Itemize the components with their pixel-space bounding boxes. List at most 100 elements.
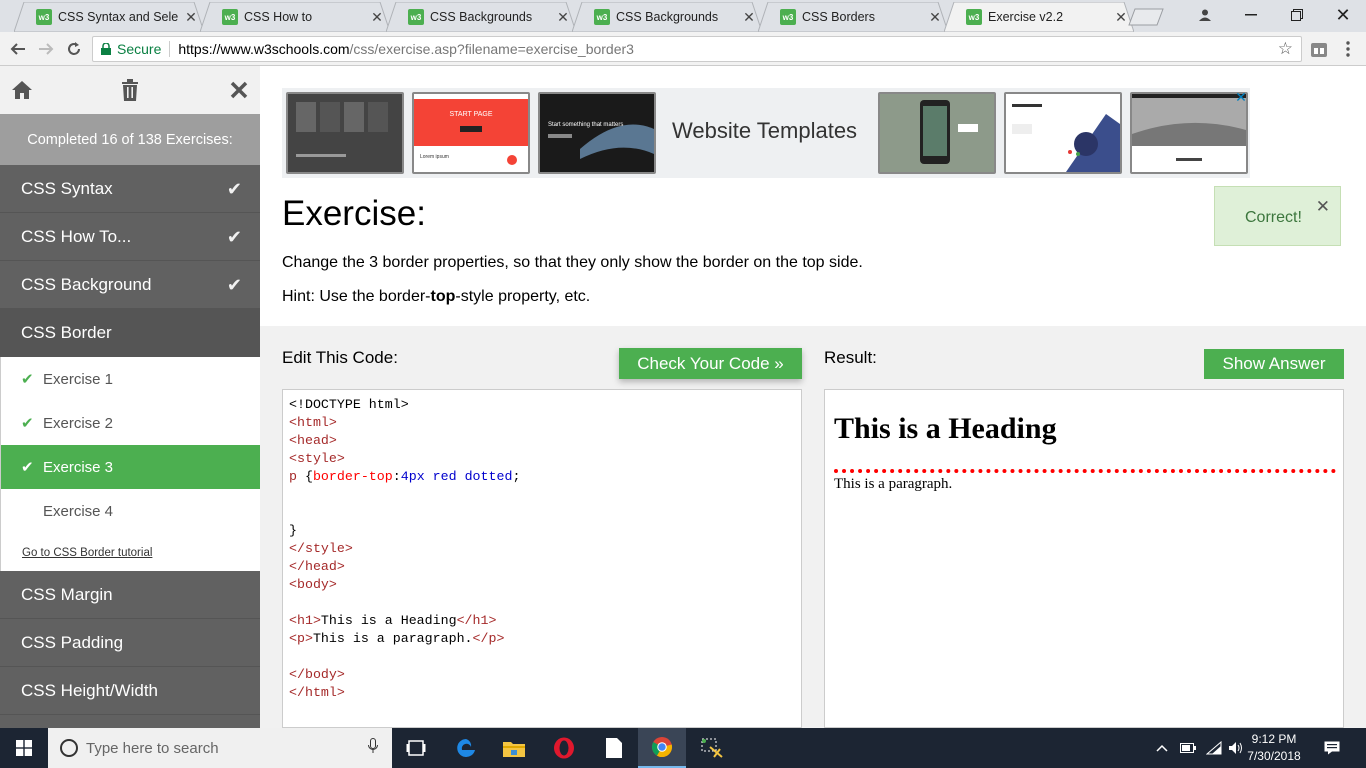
close-notification-icon[interactable]: ✕: [1316, 197, 1330, 217]
close-sidebar-icon[interactable]: [227, 78, 251, 102]
code-token: border-top: [312, 469, 393, 484]
browser-tab-1[interactable]: w3 CSS Syntax and Selectors ✕: [14, 2, 204, 32]
category-label: CSS Border: [21, 322, 112, 342]
browser-tab-3[interactable]: w3 CSS Backgrounds ✕: [386, 2, 576, 32]
exercise-label: Exercise 1: [43, 370, 114, 388]
result-heading: This is a Heading: [834, 412, 1057, 445]
edit-code-label: Edit This Code:: [282, 348, 398, 367]
profile-icon[interactable]: [1182, 0, 1228, 30]
ad-banner[interactable]: START PAGE Lorem ipsum Start something th…: [282, 88, 1250, 178]
correct-message: Correct!: [1245, 209, 1302, 226]
taskbar-search-box[interactable]: Type here to search: [48, 728, 392, 768]
ad-thumbnail-2[interactable]: START PAGE Lorem ipsum: [412, 92, 530, 174]
check-code-button[interactable]: Check Your Code »: [619, 348, 802, 379]
sidebar-category-css-padding[interactable]: CSS Padding: [0, 619, 260, 667]
wifi-icon[interactable]: [1206, 728, 1222, 768]
file-explorer-icon[interactable]: [490, 728, 538, 768]
bookmark-star-icon[interactable]: ☆: [1278, 39, 1293, 59]
sidebar-category-css-height-width[interactable]: CSS Height/Width: [0, 667, 260, 715]
new-tab-button[interactable]: [1128, 8, 1164, 26]
exercise-description: Change the 3 border properties, so that …: [282, 254, 863, 271]
show-answer-button[interactable]: Show Answer: [1204, 349, 1344, 379]
snipping-tool-icon[interactable]: [688, 728, 736, 768]
taskbar-clock[interactable]: 9:12 PM 7/30/2018: [1243, 731, 1305, 765]
sidebar-exercise-4[interactable]: Exercise 4: [1, 489, 260, 533]
browser-tab-4[interactable]: w3 CSS Backgrounds ✕: [572, 2, 762, 32]
sidebar-exercise-2[interactable]: ✔ Exercise 2: [1, 401, 260, 445]
tab-close-icon[interactable]: ✕: [1114, 9, 1128, 26]
main-content: START PAGE Lorem ipsum Start something th…: [260, 66, 1366, 728]
w3schools-favicon-icon: w3: [222, 9, 238, 25]
ad-close-icon[interactable]: ✕: [1234, 90, 1248, 104]
battery-icon[interactable]: [1180, 728, 1196, 768]
browser-tab-5[interactable]: w3 CSS Borders ✕: [758, 2, 948, 32]
minimize-icon[interactable]: [1228, 0, 1274, 30]
code-line: </body>: [289, 666, 801, 684]
sidebar-category-css-syntax[interactable]: CSS Syntax ✔: [0, 165, 260, 213]
browser-tab-2[interactable]: w3 CSS How to ✕: [200, 2, 390, 32]
forward-arrow-icon[interactable]: [34, 37, 58, 61]
windows-start-icon[interactable]: [0, 728, 48, 768]
sidebar-category-css-margin[interactable]: CSS Margin: [0, 571, 260, 619]
close-window-icon[interactable]: ✕: [1320, 0, 1366, 30]
code-line: <body>: [289, 576, 801, 594]
code-editor[interactable]: <!DOCTYPE html> <html> <head> <style> p …: [282, 389, 802, 728]
tab-close-icon[interactable]: ✕: [184, 9, 198, 26]
browser-tab-strip: w3 CSS Syntax and Selectors ✕ w3 CSS How…: [0, 0, 1366, 32]
code-token: <style>: [289, 451, 345, 466]
sidebar-exercise-3[interactable]: ✔ Exercise 3: [1, 445, 260, 489]
address-bar[interactable]: Secure https://www.w3schools.com/css/exe…: [92, 36, 1302, 62]
ad-thumbnail-5[interactable]: [1004, 92, 1122, 174]
ad-thumb-text: Lorem ipsum: [420, 154, 449, 160]
browser-tab-6-active[interactable]: w3 Exercise v2.2 ✕: [944, 2, 1134, 32]
edge-browser-icon[interactable]: [442, 728, 490, 768]
code-token: ;: [512, 469, 521, 484]
restore-icon[interactable]: [1274, 0, 1320, 30]
checkmark-icon: ✔: [226, 179, 242, 199]
code-token: <p>: [289, 631, 313, 646]
microphone-icon[interactable]: [368, 738, 378, 759]
url-host: https://www.w3schools.com: [178, 41, 350, 57]
show-hidden-icons-chevron-icon[interactable]: [1156, 728, 1168, 768]
tutorial-link[interactable]: Go to CSS Border tutorial: [1, 533, 260, 571]
sidebar-category-css-how-to[interactable]: CSS How To... ✔: [0, 213, 260, 261]
ad-title[interactable]: Website Templates: [672, 118, 857, 144]
document-icon[interactable]: [590, 728, 638, 768]
w3schools-favicon-icon: w3: [36, 9, 52, 25]
category-label: CSS How To...: [21, 226, 132, 246]
task-view-icon[interactable]: [392, 728, 440, 768]
code-token: <h1>: [289, 613, 321, 628]
ad-thumbnail-4[interactable]: [878, 92, 996, 174]
extension-icon[interactable]: [1307, 38, 1331, 62]
ad-thumbnail-3[interactable]: Start something that matters: [538, 92, 656, 174]
tab-title: CSS Backgrounds: [616, 10, 719, 24]
exercise-title: Exercise:: [282, 194, 426, 233]
w3schools-favicon-icon: w3: [966, 9, 982, 25]
tab-close-icon[interactable]: ✕: [742, 9, 756, 26]
tab-close-icon[interactable]: ✕: [370, 9, 384, 26]
tab-close-icon[interactable]: ✕: [928, 9, 942, 26]
home-icon[interactable]: [10, 78, 34, 102]
action-center-icon[interactable]: [1324, 728, 1340, 768]
cortana-icon: [60, 739, 78, 757]
volume-icon[interactable]: [1228, 728, 1244, 768]
opera-icon[interactable]: [540, 728, 588, 768]
windows-taskbar: Type here to search 9:12 PM 7/30/2018: [0, 728, 1366, 768]
category-label: CSS Background: [21, 274, 152, 294]
reload-icon[interactable]: [62, 37, 86, 61]
trash-icon[interactable]: [118, 78, 142, 102]
tab-title: Exercise v2.2: [988, 10, 1064, 24]
browser-menu-icon[interactable]: [1336, 37, 1360, 61]
ad-thumbnail-1[interactable]: [286, 92, 404, 174]
back-arrow-icon[interactable]: [6, 37, 30, 61]
w3schools-favicon-icon: w3: [594, 9, 610, 25]
chrome-icon[interactable]: [638, 728, 686, 768]
sidebar-category-css-border[interactable]: CSS Border: [0, 309, 260, 357]
tab-close-icon[interactable]: ✕: [556, 9, 570, 26]
code-line: <!DOCTYPE html>: [289, 396, 801, 414]
sidebar-exercise-1[interactable]: ✔ Exercise 1: [1, 357, 260, 401]
checkmark-icon: ✔: [226, 275, 242, 295]
code-line: <style>: [289, 450, 801, 468]
ad-thumbnail-6[interactable]: [1130, 92, 1248, 174]
sidebar-category-css-background[interactable]: CSS Background ✔: [0, 261, 260, 309]
